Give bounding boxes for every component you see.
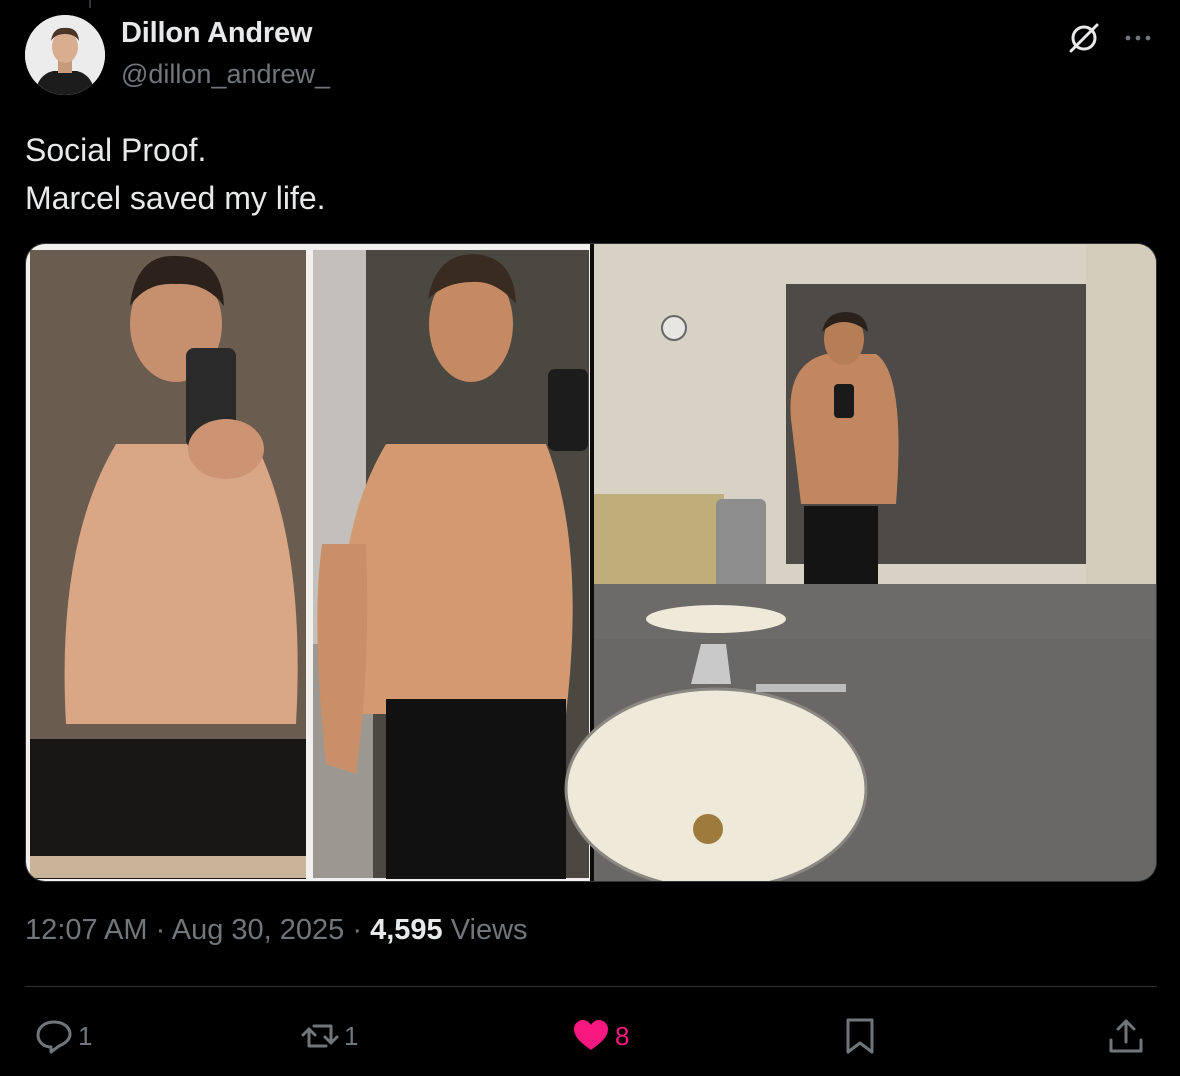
share-icon bbox=[1109, 1019, 1143, 1053]
gym-mirror-photo bbox=[564, 244, 1156, 881]
tweet-media[interactable] bbox=[25, 243, 1157, 882]
reply-button[interactable]: 1 bbox=[34, 1014, 92, 1058]
grok-icon[interactable] bbox=[1066, 20, 1102, 56]
bookmark-icon bbox=[846, 1018, 874, 1054]
tweet-meta: 12:07 AM · Aug 30, 2025 · 4,595 Views bbox=[25, 914, 528, 947]
reply-icon bbox=[36, 1020, 72, 1054]
heart-icon bbox=[574, 1020, 608, 1050]
reply-count: 1 bbox=[78, 1020, 93, 1051]
tweet-date[interactable]: Aug 30, 2025 bbox=[172, 914, 345, 946]
views-label: Views bbox=[450, 914, 528, 946]
tweet-text-line: Marcel saved my life. bbox=[25, 180, 326, 216]
repost-count: 1 bbox=[344, 1020, 359, 1051]
like-button[interactable]: 8 bbox=[571, 1014, 629, 1058]
meta-separator: · bbox=[352, 914, 363, 946]
avatar-image bbox=[25, 15, 105, 95]
thread-connector-line bbox=[89, 0, 91, 8]
more-icon[interactable] bbox=[1122, 22, 1154, 54]
tweet-time[interactable]: 12:07 AM bbox=[25, 914, 148, 946]
tweet-text-line: Social Proof. bbox=[25, 132, 207, 168]
like-count: 8 bbox=[615, 1020, 630, 1051]
avatar[interactable] bbox=[25, 15, 105, 95]
views-count: 4,595 bbox=[370, 914, 443, 946]
meta-separator: · bbox=[155, 914, 166, 946]
author-handle[interactable]: @dillon_andrew_ bbox=[121, 59, 330, 90]
after-photo bbox=[313, 250, 589, 879]
author-display-name[interactable]: Dillon Andrew bbox=[121, 17, 312, 50]
tweet-text: Social Proof. Marcel saved my life. bbox=[25, 126, 326, 222]
bookmark-button[interactable] bbox=[840, 1014, 880, 1058]
repost-icon bbox=[301, 1024, 339, 1048]
share-button[interactable] bbox=[1106, 1014, 1146, 1058]
divider bbox=[25, 986, 1157, 987]
repost-button[interactable]: 1 bbox=[300, 1014, 358, 1058]
